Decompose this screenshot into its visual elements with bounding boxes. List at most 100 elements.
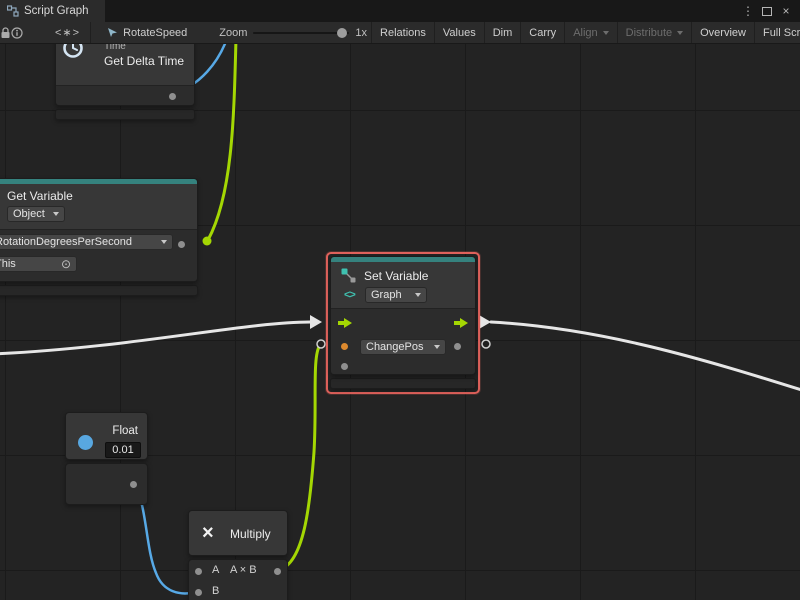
script-graph-icon xyxy=(7,5,19,17)
multiply-input-a-port[interactable] xyxy=(195,568,202,575)
node-footer xyxy=(55,109,195,120)
port-result-label: A × B xyxy=(230,564,257,576)
node-title: Get Delta Time xyxy=(104,54,184,68)
value-input-port[interactable] xyxy=(341,343,348,350)
node-category: Time xyxy=(104,44,126,52)
node-body: Set Variable <> Graph ChangePos xyxy=(330,256,476,375)
variable-name-value: RotationDegreesPerSecond xyxy=(0,236,132,248)
align-label: Align xyxy=(573,22,597,44)
carry-button[interactable]: Carry xyxy=(521,22,564,44)
flow-port-row xyxy=(331,308,475,336)
flow-in-arrow-icon[interactable] xyxy=(337,317,353,329)
node-body: Get Variable Object RotationDegreesPerSe… xyxy=(0,178,198,282)
node-title: Set Variable xyxy=(364,269,428,283)
variable-target-value: This xyxy=(0,258,16,270)
node-body: Time Get Delta Time xyxy=(55,44,195,106)
multiply-input-b-port[interactable] xyxy=(195,589,202,596)
zoom-slider-thumb[interactable] xyxy=(337,28,347,38)
variable-name-dropdown[interactable]: RotationDegreesPerSecond xyxy=(0,234,173,250)
values-button[interactable]: Values xyxy=(435,22,484,44)
zoom-slider[interactable] xyxy=(253,22,349,44)
flow-wire-left xyxy=(0,322,310,354)
dim-button[interactable]: Dim xyxy=(485,22,521,44)
fallback-input-port[interactable] xyxy=(341,363,348,370)
node-body xyxy=(65,463,148,505)
window-controls: ⋮ × xyxy=(740,0,800,22)
node-title: Float xyxy=(112,425,138,437)
graph-toolbar: <∗> RotateSpeed Zoom 1x Relations Values… xyxy=(0,22,800,44)
node-body: A A × B B xyxy=(188,559,288,600)
node-header: Get Variable Object xyxy=(0,184,197,229)
variable-icon xyxy=(341,268,356,283)
zoom-value: 1x xyxy=(355,27,367,39)
tab-script-graph[interactable]: Script Graph xyxy=(0,0,105,22)
toolbar-separator xyxy=(90,22,91,43)
relations-button[interactable]: Relations xyxy=(372,22,434,44)
flow-wire-right xyxy=(491,322,800,392)
node-header: Set Variable <> Graph xyxy=(331,262,475,308)
variable-name-dropdown[interactable]: ChangePos xyxy=(360,339,446,355)
node-title: Multiply xyxy=(230,527,271,541)
align-button[interactable]: Align xyxy=(565,22,616,44)
flow-arrowhead-left xyxy=(310,315,322,329)
value-port-row: ChangePos xyxy=(331,336,475,359)
port-b-label: B xyxy=(212,585,219,597)
chevron-down-icon xyxy=(434,345,440,349)
variable-value-port[interactable] xyxy=(178,241,185,248)
extra-port-row xyxy=(331,359,475,375)
flow-out-arrow-icon[interactable] xyxy=(453,317,469,329)
node-header: × Multiply xyxy=(188,510,288,556)
distribute-button[interactable]: Distribute xyxy=(618,22,691,44)
variable-target-field[interactable]: This ⊙ xyxy=(0,256,77,272)
object-picker-icon[interactable]: ⊙ xyxy=(61,258,71,270)
chevron-down-icon xyxy=(161,240,167,244)
window-tab-bar: Script Graph ⋮ × xyxy=(0,0,800,22)
variable-scope-dropdown[interactable]: Object xyxy=(7,206,65,222)
window-menu-button[interactable]: ⋮ xyxy=(740,0,756,22)
delta-time-output-port[interactable] xyxy=(169,93,176,100)
variable-scope-dropdown[interactable]: Graph xyxy=(365,287,427,303)
overview-button[interactable]: Overview xyxy=(692,22,754,44)
node-set-variable[interactable]: Set Variable <> Graph ChangePos xyxy=(326,252,480,394)
get-variable-output-port[interactable] xyxy=(203,237,212,246)
multiply-icon: × xyxy=(202,523,214,543)
node-get-delta-time[interactable]: Time Get Delta Time xyxy=(55,44,195,120)
window-close-button[interactable]: × xyxy=(778,0,794,22)
zoom-label: Zoom xyxy=(219,27,247,39)
window-maximize-button[interactable] xyxy=(762,7,772,16)
set-variable-output-edge-port[interactable] xyxy=(482,340,490,348)
port-a-label: A xyxy=(212,564,219,576)
port-rows: RotationDegreesPerSecond This ⊙ xyxy=(0,229,197,282)
info-icon[interactable] xyxy=(11,22,23,44)
graph-canvas[interactable]: Time Get Delta Time Get Variable Object … xyxy=(0,44,800,600)
fullscreen-button[interactable]: Full Screen xyxy=(755,22,800,44)
clock-icon xyxy=(62,44,84,59)
graph-name: RotateSpeed xyxy=(123,27,187,39)
multiply-output-port[interactable] xyxy=(274,568,281,575)
graph-scope-icon: <> xyxy=(344,289,355,301)
graph-breadcrumb[interactable]: RotateSpeed xyxy=(101,27,193,39)
node-float[interactable]: Float 0.01 xyxy=(65,412,148,505)
set-variable-input-edge-port[interactable] xyxy=(317,340,325,348)
tab-title: Script Graph xyxy=(24,5,89,17)
chevron-down-icon xyxy=(415,293,421,297)
port-row xyxy=(56,85,194,105)
zoom-slider-track xyxy=(253,32,349,34)
code-view-toggle[interactable]: <∗> xyxy=(45,26,90,39)
chevron-down-icon xyxy=(677,31,683,35)
float-output-port[interactable] xyxy=(130,481,137,488)
variable-scope-value: Object xyxy=(13,208,45,220)
node-get-variable[interactable]: Get Variable Object RotationDegreesPerSe… xyxy=(0,178,198,296)
float-value-field[interactable]: 0.01 xyxy=(105,442,141,458)
distribute-label: Distribute xyxy=(626,22,672,44)
node-title: Get Variable xyxy=(7,189,73,203)
graph-asset-icon xyxy=(107,27,118,38)
value-output-port[interactable] xyxy=(454,343,461,350)
lock-icon[interactable] xyxy=(0,22,11,44)
node-multiply[interactable]: × Multiply A A × B B xyxy=(188,510,288,600)
float-type-icon xyxy=(78,435,93,450)
node-footer xyxy=(330,378,476,389)
flow-arrowhead-right xyxy=(479,315,491,329)
variable-name-value: ChangePos xyxy=(366,341,424,353)
value-wire-green-top xyxy=(208,44,236,240)
